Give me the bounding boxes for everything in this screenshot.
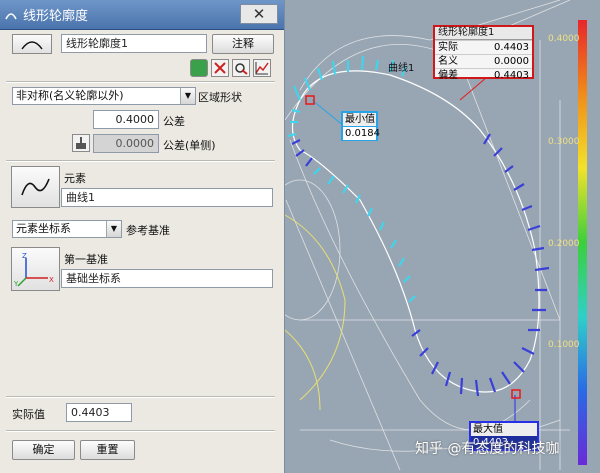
scale-label-4: 0.1000 — [548, 340, 580, 350]
scale-label-1: 0.4000 — [548, 34, 580, 44]
tolerance-input[interactable]: 0.4000 — [93, 110, 159, 129]
chevron-down-icon: ▼ — [180, 88, 195, 104]
min-label: 最小值 — [345, 114, 375, 125]
element-input[interactable]: 曲线1 — [61, 188, 273, 207]
clear-graphics-icon[interactable] — [211, 59, 229, 77]
separator — [6, 396, 275, 398]
info-box-title: 线形轮廓度1 — [435, 27, 532, 40]
info-row-nominal: 名义 0.0000 — [435, 54, 532, 68]
zone-type-label: 区域形状 — [198, 91, 242, 104]
tolerance-oneside-label: 公差(单侧) — [163, 139, 216, 152]
tolerance-side-icon[interactable] — [72, 134, 90, 152]
datum1-input[interactable]: 基础坐标系 — [61, 269, 273, 288]
profile-icon — [4, 8, 18, 22]
tolerance-label: 公差 — [163, 115, 185, 128]
feature-name-input[interactable]: 线形轮廓度1 — [61, 34, 207, 53]
calculate-icon[interactable] — [190, 59, 208, 77]
info-row-actual: 实际 0.4403 — [435, 40, 532, 54]
close-button[interactable]: ✕ — [240, 4, 278, 24]
info-row-deviation: 偏差 0.4403 — [435, 68, 532, 82]
watermark: 知乎 @有态度的科技咖 — [415, 441, 560, 457]
svg-text:Y: Y — [13, 280, 19, 288]
min-value: 0.0184 — [343, 126, 380, 140]
coordinate-system-icon[interactable]: Z X Y — [11, 247, 60, 291]
element-label: 元素 — [64, 172, 86, 185]
actual-label: 实际值 — [12, 408, 45, 421]
reset-button[interactable]: 重置 — [80, 440, 135, 460]
dialog-title: 线形轮廓度 — [23, 9, 89, 24]
profile-info-box[interactable]: 线形轮廓度1 实际 0.4403 名义 0.0000 偏差 0.4403 — [433, 25, 534, 82]
svg-text:Z: Z — [22, 252, 27, 260]
scale-label-3: 0.2000 — [548, 239, 580, 249]
chevron-down-icon: ▼ — [106, 221, 121, 237]
profile-symbol-icon — [12, 34, 52, 54]
annotate-button[interactable]: 注释 — [212, 34, 274, 54]
scale-label-2: 0.3000 — [548, 137, 580, 147]
tolerance-oneside-input[interactable]: 0.0000 — [93, 134, 159, 153]
dialog-titlebar[interactable]: 线形轮廓度 ✕ — [0, 0, 284, 30]
curve-element-icon[interactable] — [11, 166, 60, 208]
svg-text:X: X — [49, 276, 54, 284]
separator — [6, 160, 275, 162]
actual-value-field: 0.4403 — [66, 403, 132, 422]
chart-icon[interactable] — [253, 59, 271, 77]
reference-type-select[interactable]: 元素坐标系 ▼ — [12, 220, 122, 238]
separator — [6, 430, 275, 432]
ok-button[interactable]: 确定 — [12, 440, 75, 460]
graphic-analysis-icon[interactable] — [232, 59, 250, 77]
reference-label: 参考基准 — [126, 224, 170, 237]
curve-label: 曲线1 — [388, 63, 415, 74]
datum1-label: 第一基准 — [64, 253, 108, 266]
max-label: 最大值 — [473, 424, 503, 435]
min-value-box[interactable]: 最小值 0.0184 — [341, 111, 380, 141]
profile-dialog: 线形轮廓度 ✕ 线形轮廓度1 注释 非对称(名义轮廓以外) ▼ 区域形状 0.4… — [0, 0, 285, 473]
separator — [6, 81, 275, 83]
zone-type-select[interactable]: 非对称(名义轮廓以外) ▼ — [12, 87, 196, 105]
